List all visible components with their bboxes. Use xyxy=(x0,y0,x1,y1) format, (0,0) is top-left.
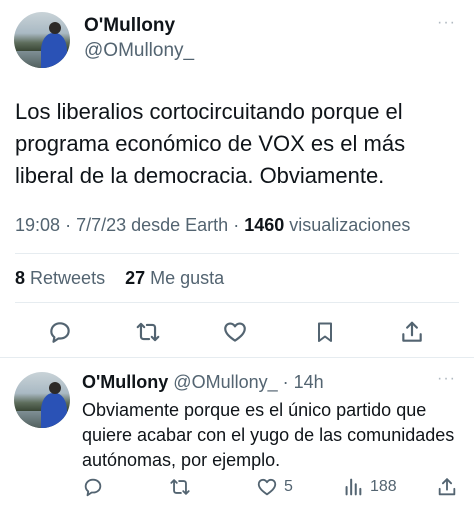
display-name[interactable]: O'Mullony xyxy=(84,15,175,37)
comment-icon xyxy=(84,478,102,497)
share-icon xyxy=(438,478,456,496)
views-count: 188 xyxy=(370,478,397,495)
like-count: 5 xyxy=(284,478,293,495)
retweet-button[interactable] xyxy=(134,319,162,345)
divider xyxy=(15,302,459,303)
display-name[interactable]: O'Mullony xyxy=(82,372,168,392)
views-button[interactable]: 188 xyxy=(342,476,397,498)
retweets-label: Retweets xyxy=(30,268,106,288)
avatar[interactable] xyxy=(14,12,70,68)
reply-text: Obviamente porque es el único partido qu… xyxy=(82,400,455,470)
engagement-stats: 8 Retweets 27 Me gusta xyxy=(15,268,224,289)
views-chart-icon xyxy=(345,478,362,496)
main-tweet: O'Mullony @OMullony_ ··· Los liberalios … xyxy=(0,0,474,362)
like-button[interactable] xyxy=(222,319,248,345)
retweet-icon xyxy=(136,322,160,342)
reply-button[interactable] xyxy=(47,319,73,345)
bookmark-icon xyxy=(318,322,332,342)
reply-actions: 5 188 xyxy=(0,474,474,502)
divider xyxy=(15,253,459,254)
user-handle[interactable]: @OMullony_ xyxy=(173,372,277,392)
views-count: 1460 xyxy=(244,215,285,235)
share-icon xyxy=(402,321,422,342)
tweet-age[interactable]: 14h xyxy=(294,372,324,392)
likes-count: 27 xyxy=(125,268,146,288)
retweet-icon xyxy=(170,479,190,495)
share-button[interactable] xyxy=(436,476,458,498)
reply-button[interactable] xyxy=(82,476,104,498)
tweet-source: desde Earth xyxy=(131,215,229,235)
likes-label: Me gusta xyxy=(150,268,225,288)
reply-header: O'Mullony @OMullony_ · 14h xyxy=(82,372,324,392)
like-button[interactable]: 5 xyxy=(256,476,293,498)
retweets-link[interactable]: 8 Retweets xyxy=(15,268,110,288)
tweet-time[interactable]: 19:08 xyxy=(15,215,60,235)
avatar[interactable] xyxy=(14,372,70,428)
user-handle[interactable]: @OMullony_ xyxy=(84,40,194,62)
retweet-button[interactable] xyxy=(168,476,192,498)
reply-tweet[interactable]: O'Mullony @OMullony_ · 14h ··· Obviament… xyxy=(0,362,474,510)
bookmark-button[interactable] xyxy=(313,319,337,345)
divider xyxy=(0,357,474,358)
heart-icon xyxy=(224,322,246,342)
tweet-date[interactable]: 7/7/23 xyxy=(76,215,126,235)
views-label: visualizaciones xyxy=(289,215,411,235)
likes-link[interactable]: 27 Me gusta xyxy=(125,268,224,288)
share-button[interactable] xyxy=(399,319,425,345)
tweet-text: Los liberalios cortocircuitando porque e… xyxy=(15,99,406,188)
retweets-count: 8 xyxy=(15,268,26,288)
comment-icon xyxy=(50,322,70,343)
more-options-icon[interactable]: ··· xyxy=(437,14,456,32)
tweet-meta: 19:08 · 7/7/23 desde Earth · 1460 visual… xyxy=(15,215,411,235)
more-options-icon[interactable]: ··· xyxy=(437,370,456,388)
heart-icon xyxy=(257,478,277,496)
tweet-actions xyxy=(0,315,474,349)
